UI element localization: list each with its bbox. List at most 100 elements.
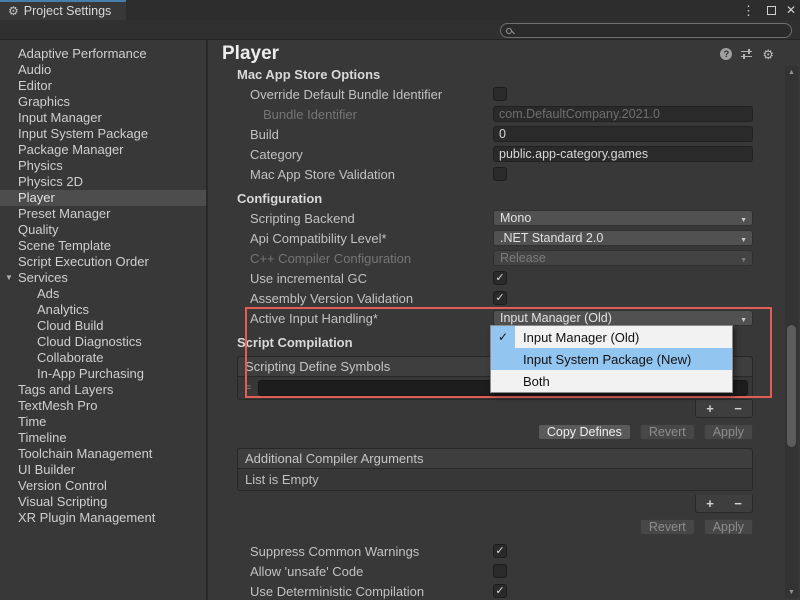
sidebar-item[interactable]: Input System Package	[0, 126, 206, 142]
sidebar-item-label: Script Execution Order	[18, 254, 149, 269]
page-title: Player	[222, 43, 720, 65]
window-menu-icon[interactable]: ⋮	[740, 4, 757, 17]
deterministic-checkbox[interactable]: ✓	[493, 584, 507, 598]
row-bundle-identifier: Bundle Identifier com.DefaultCompany.202…	[210, 104, 783, 124]
scroll-down-icon[interactable]: ▼	[785, 586, 798, 598]
sidebar-item[interactable]: Package Manager	[0, 142, 206, 158]
dropdown-option-label: Input Manager (Old)	[515, 330, 639, 345]
help-icon[interactable]: ?	[720, 48, 732, 60]
row-cpp-config: C++ Compiler Configuration Release	[210, 248, 783, 268]
toolbar	[0, 20, 800, 40]
remove-argument-button[interactable]: −	[730, 497, 746, 510]
tab-project-settings[interactable]: ⚙ Project Settings	[0, 0, 126, 20]
build-field[interactable]: 0	[493, 126, 753, 142]
remove-define-button[interactable]: −	[730, 402, 746, 415]
sidebar-item[interactable]: Ads	[0, 286, 206, 302]
search-icon	[506, 28, 512, 34]
sidebar-item[interactable]: Quality	[0, 222, 206, 238]
sidebar-item[interactable]: Toolchain Management	[0, 446, 206, 462]
panel-gear-icon[interactable]: ⚙	[762, 48, 774, 61]
sidebar-item-label: Physics 2D	[18, 174, 83, 189]
search-input[interactable]	[516, 25, 786, 37]
sidebar-item-label: Analytics	[37, 302, 89, 317]
compiler-arguments-footer: + −	[210, 495, 783, 513]
sidebar-item[interactable]: Adaptive Performance	[0, 46, 206, 62]
sidebar-item[interactable]: Services	[0, 270, 206, 286]
maximize-icon[interactable]	[767, 6, 776, 15]
row-assembly-validation: Assembly Version Validation ✓	[210, 288, 783, 308]
option-check-icon	[491, 370, 515, 392]
sidebar-item[interactable]: Player	[0, 190, 206, 206]
sidebar-item[interactable]: Graphics	[0, 94, 206, 110]
compiler-arguments-list: Additional Compiler Arguments List is Em…	[237, 448, 753, 491]
sidebar-item[interactable]: Time	[0, 414, 206, 430]
row-build: Build 0	[210, 124, 783, 144]
sidebar-item[interactable]: Physics	[0, 158, 206, 174]
sidebar-item[interactable]: Preset Manager	[0, 206, 206, 222]
sidebar-item-label: Collaborate	[37, 350, 104, 365]
sidebar-item-label: Input Manager	[18, 110, 102, 125]
sidebar-item[interactable]: Version Control	[0, 478, 206, 494]
sidebar-item[interactable]: Physics 2D	[0, 174, 206, 190]
sidebar-item[interactable]: Analytics	[0, 302, 206, 318]
category-field[interactable]: public.app-category.games	[493, 146, 753, 162]
sidebar-item[interactable]: Input Manager	[0, 110, 206, 126]
vertical-scrollbar[interactable]: ▲ ▼	[785, 66, 798, 598]
search-box[interactable]	[500, 23, 792, 38]
sidebar-item[interactable]: Scene Template	[0, 238, 206, 254]
sidebar-item-label: Audio	[18, 62, 51, 77]
sidebar-item[interactable]: TextMesh Pro	[0, 398, 206, 414]
override-bundle-checkbox[interactable]	[493, 87, 507, 101]
mac-validation-checkbox[interactable]	[493, 167, 507, 181]
scripting-backend-dropdown[interactable]: Mono	[493, 210, 753, 226]
sidebar-item-label: UI Builder	[18, 462, 75, 477]
sidebar-item-label: Services	[18, 270, 68, 285]
dropdown-option[interactable]: Input System Package (New)	[491, 348, 732, 370]
sidebar-item[interactable]: Editor	[0, 78, 206, 94]
allow-unsafe-checkbox[interactable]	[493, 564, 507, 578]
bundle-identifier-field: com.DefaultCompany.2021.0	[493, 106, 753, 122]
row-api-level: Api Compatibility Level* .NET Standard 2…	[210, 228, 783, 248]
sidebar-item-label: XR Plugin Management	[18, 510, 155, 525]
row-deterministic: Use Deterministic Compilation ✓	[210, 581, 783, 600]
sidebar-item-label: Player	[18, 190, 55, 205]
dropdown-option[interactable]: Both	[491, 370, 732, 392]
row-scripting-backend: Scripting Backend Mono	[210, 208, 783, 228]
sidebar-item[interactable]: Tags and Layers	[0, 382, 206, 398]
row-allow-unsafe: Allow 'unsafe' Code	[210, 561, 783, 581]
scroll-up-icon[interactable]: ▲	[785, 66, 798, 78]
api-level-dropdown[interactable]: .NET Standard 2.0	[493, 230, 753, 246]
sidebar-item[interactable]: Cloud Build	[0, 318, 206, 334]
panel-header: Player ? ⚙	[210, 40, 800, 66]
compiler-arguments-header: Additional Compiler Arguments	[238, 449, 752, 469]
sidebar-item[interactable]: Audio	[0, 62, 206, 78]
sidebar-item[interactable]: XR Plugin Management	[0, 510, 206, 526]
row-incremental-gc: Use incremental GC ✓	[210, 268, 783, 288]
active-input-handling-dropdown[interactable]: Input Manager (Old)	[493, 310, 753, 326]
sidebar-item-label: Ads	[37, 286, 59, 301]
scrollbar-thumb[interactable]	[787, 325, 796, 447]
sidebar-item[interactable]: In-App Purchasing	[0, 366, 206, 382]
section-configuration: Configuration	[210, 190, 783, 208]
dropdown-option[interactable]: ✓ Input Manager (Old)	[491, 326, 732, 348]
sidebar-item-label: Tags and Layers	[18, 382, 113, 397]
preset-icon[interactable]	[741, 48, 753, 60]
add-define-button[interactable]: +	[702, 402, 718, 415]
titlebar: ⚙ Project Settings ⋮ ✕	[0, 0, 800, 20]
copy-defines-button[interactable]: Copy Defines	[538, 424, 631, 440]
drag-handle-icon[interactable]: =	[242, 382, 254, 394]
sidebar-item[interactable]: Cloud Diagnostics	[0, 334, 206, 350]
close-icon[interactable]: ✕	[786, 4, 796, 16]
sidebar-item-label: Version Control	[18, 478, 107, 493]
incremental-gc-checkbox[interactable]: ✓	[493, 271, 507, 285]
sidebar-item[interactable]: Collaborate	[0, 350, 206, 366]
assembly-validation-checkbox[interactable]: ✓	[493, 291, 507, 305]
sidebar-item-label: Toolchain Management	[18, 446, 152, 461]
sidebar-item[interactable]: Visual Scripting	[0, 494, 206, 510]
suppress-warnings-checkbox[interactable]: ✓	[493, 544, 507, 558]
sidebar-item[interactable]: UI Builder	[0, 462, 206, 478]
sidebar-item[interactable]: Timeline	[0, 430, 206, 446]
add-argument-button[interactable]: +	[702, 497, 718, 510]
define-symbols-footer: + −	[210, 400, 783, 418]
sidebar-item[interactable]: Script Execution Order	[0, 254, 206, 270]
